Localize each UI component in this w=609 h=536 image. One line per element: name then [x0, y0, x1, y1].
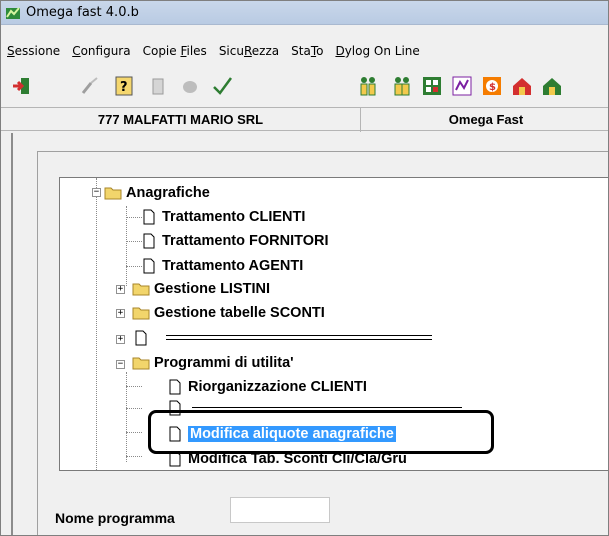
nome-programma-input[interactable]	[230, 497, 330, 523]
header-status-row: 777 MALFATTI MARIO SRL Omega Fast	[1, 107, 608, 132]
folder-icon	[132, 283, 150, 296]
svg-text:?: ?	[120, 80, 128, 95]
app-name: Omega Fast	[448, 112, 524, 127]
exit-icon[interactable]	[11, 75, 33, 97]
tree-node-programmi-utilita[interactable]: Programmi di utilita'	[132, 353, 294, 373]
menu-sessione[interactable]: Sessione	[7, 44, 60, 58]
title-bar[interactable]: Omega fast 4.0.b	[1, 1, 608, 25]
svg-text:$: $	[489, 82, 496, 93]
toolbar: ? $	[1, 67, 608, 105]
user-group-icon[interactable]	[391, 75, 413, 97]
tree-node-separator[interactable]	[132, 328, 154, 348]
app-window: Omega fast 4.0.b Sessione Configura Copi…	[0, 0, 609, 536]
expand-toggle-listini[interactable]: +	[116, 285, 125, 294]
document-icon	[143, 233, 155, 249]
document-icon	[143, 209, 155, 225]
company-name: 777 MALFATTI MARIO SRL	[1, 108, 361, 132]
app-logo-icon	[6, 6, 20, 19]
document-icon	[169, 379, 181, 395]
users-icon[interactable]	[357, 75, 379, 97]
money-icon[interactable]: $	[481, 75, 503, 97]
menu-bar: Sessione Configura Copie Files SicuRezza…	[1, 39, 608, 63]
nome-programma-label: Nome programma	[55, 510, 175, 526]
folder-icon	[132, 307, 150, 320]
window-title: Omega fast 4.0.b	[26, 5, 139, 20]
menu-configura[interactable]: Configura	[72, 44, 130, 58]
folder-open-icon	[104, 187, 122, 200]
menu-sicurezza[interactable]: SicuRezza	[219, 44, 279, 58]
tree-node-gestione-tabelle-sconti[interactable]: Gestione tabelle SCONTI	[132, 303, 325, 323]
tree-node-riorganizzazione-clienti[interactable]: Riorganizzazione CLIENTI	[166, 377, 367, 397]
grid-icon[interactable]	[421, 75, 443, 97]
expand-toggle-sconti[interactable]: +	[116, 309, 125, 318]
tree-node-trattamento-clienti[interactable]: Trattamento CLIENTI	[140, 207, 305, 227]
document-icon	[143, 258, 155, 274]
expand-toggle-separator[interactable]: +	[116, 335, 125, 344]
menu-stato[interactable]: StaTo	[291, 44, 323, 58]
menu-dylog-on-line[interactable]: Dylog On Line	[335, 44, 419, 58]
broom-icon[interactable]	[79, 75, 101, 97]
house-icon[interactable]	[511, 75, 533, 97]
tree-node-gestione-listini[interactable]: Gestione LISTINI	[132, 279, 270, 299]
house-money-icon[interactable]	[541, 75, 563, 97]
document-icon	[135, 330, 147, 346]
currency-icon[interactable]	[451, 75, 473, 97]
annotation-highlight-box	[148, 410, 494, 454]
separator-line	[166, 335, 432, 340]
help-icon[interactable]: ?	[113, 75, 135, 97]
menu-copie-files[interactable]: Copie Files	[143, 44, 207, 58]
folder-open-icon	[132, 357, 150, 370]
collapse-toggle-utilita[interactable]: −	[116, 360, 125, 369]
tree-node-trattamento-fornitori[interactable]: Trattamento FORNITORI	[140, 231, 329, 251]
tree-node-anagrafiche[interactable]: Anagrafiche	[104, 183, 210, 203]
trash-icon[interactable]	[147, 75, 169, 97]
check-icon[interactable]	[211, 75, 233, 97]
bug-icon[interactable]	[179, 75, 201, 97]
tree-node-trattamento-agenti[interactable]: Trattamento AGENTI	[140, 256, 303, 276]
collapse-toggle-anagrafiche[interactable]: −	[92, 188, 101, 197]
